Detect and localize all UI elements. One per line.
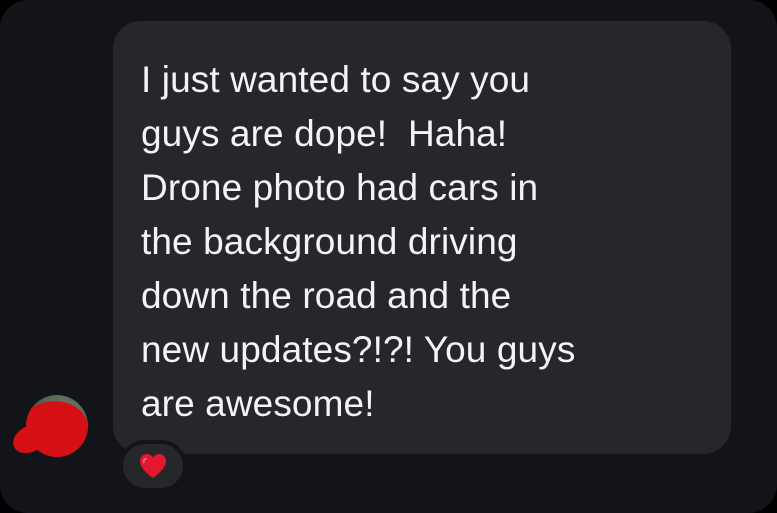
message-line: new updates?!?! You guys bbox=[141, 329, 576, 370]
message-text: I just wanted to say you guys are dope! … bbox=[141, 53, 703, 431]
message-line: guys are dope! Haha! bbox=[141, 113, 508, 154]
message-line: are awesome! bbox=[141, 383, 375, 424]
message-line: Drone photo had cars in bbox=[141, 167, 539, 208]
conversation-panel: I just wanted to say you guys are dope! … bbox=[0, 0, 777, 513]
message-line: the background driving bbox=[141, 221, 518, 262]
reaction-badge[interactable] bbox=[119, 440, 187, 492]
message-bubble[interactable]: I just wanted to say you guys are dope! … bbox=[113, 21, 731, 454]
heart-icon bbox=[140, 454, 166, 478]
message-line: I just wanted to say you bbox=[141, 59, 531, 100]
message-line: down the road and the bbox=[141, 275, 512, 316]
